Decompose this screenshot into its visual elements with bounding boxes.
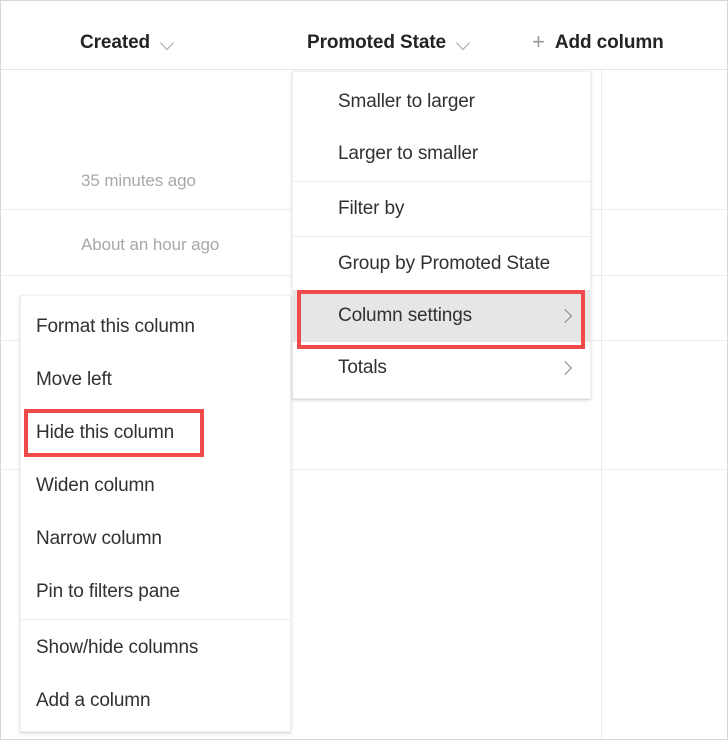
cell-created-value: About an hour ago	[81, 235, 220, 254]
menu-item-label: Widen column	[36, 474, 155, 496]
chevron-down-icon[interactable]	[457, 36, 472, 51]
menu-item-label: Format this column	[36, 315, 195, 337]
menu-item-label: Narrow column	[36, 527, 162, 549]
cell-created-value: 35 minutes ago	[81, 171, 196, 190]
chevron-down-icon[interactable]	[161, 36, 176, 51]
menu-item-pin-to-filters-pane[interactable]: Pin to filters pane	[21, 565, 290, 618]
column-header-label: Created	[80, 32, 151, 53]
menu-item-label: Move left	[36, 368, 112, 390]
menu-item-label: Totals	[338, 357, 387, 378]
menu-item-narrow-column[interactable]: Narrow column	[21, 512, 290, 565]
menu-item-format-this-column[interactable]: Format this column	[21, 300, 290, 353]
add-column-button[interactable]: + Add column	[532, 29, 664, 57]
menu-item-totals[interactable]: Totals	[293, 342, 590, 394]
menu-item-label: Filter by	[338, 198, 405, 219]
menu-item-filter-by[interactable]: Filter by	[293, 183, 590, 235]
promoted-state-context-menu: Smaller to larger Larger to smaller Filt…	[292, 71, 591, 399]
add-column-label: Add column	[554, 32, 664, 53]
menu-divider	[293, 181, 590, 182]
menu-item-hide-this-column[interactable]: Hide this column	[21, 406, 290, 459]
column-header-label: Promoted State	[307, 32, 447, 53]
menu-item-widen-column[interactable]: Widen column	[21, 459, 290, 512]
screenshot-root: 35 minutes ago About an hour ago Created…	[0, 0, 728, 740]
plus-icon: +	[532, 29, 545, 54]
menu-item-smaller-to-larger[interactable]: Smaller to larger	[293, 76, 590, 128]
chevron-right-icon	[560, 362, 572, 374]
menu-item-label: Larger to smaller	[338, 143, 479, 164]
menu-divider	[21, 619, 290, 620]
menu-item-label: Smaller to larger	[338, 91, 475, 112]
grid-column-divider	[601, 70, 602, 739]
menu-item-label: Show/hide columns	[36, 636, 199, 658]
menu-item-label: Pin to filters pane	[36, 580, 180, 602]
column-settings-submenu: Format this column Move left Hide this c…	[20, 295, 291, 732]
menu-item-group-by-promoted-state[interactable]: Group by Promoted State	[293, 238, 590, 290]
chevron-right-icon	[560, 310, 572, 322]
table-header-row: Created Promoted State + Add column	[1, 1, 727, 70]
column-header-promoted-state[interactable]: Promoted State	[307, 29, 472, 57]
menu-item-column-settings[interactable]: Column settings	[293, 290, 590, 342]
menu-item-add-a-column[interactable]: Add a column	[21, 674, 290, 727]
menu-divider	[293, 236, 590, 237]
column-header-created[interactable]: Created	[80, 29, 176, 57]
menu-item-show-hide-columns[interactable]: Show/hide columns	[21, 621, 290, 674]
menu-item-label: Hide this column	[36, 421, 175, 443]
menu-item-label: Add a column	[36, 689, 151, 711]
menu-item-move-left[interactable]: Move left	[21, 353, 290, 406]
menu-item-larger-to-smaller[interactable]: Larger to smaller	[293, 128, 590, 180]
menu-item-label: Group by Promoted State	[338, 253, 550, 274]
menu-item-label: Column settings	[338, 305, 472, 326]
